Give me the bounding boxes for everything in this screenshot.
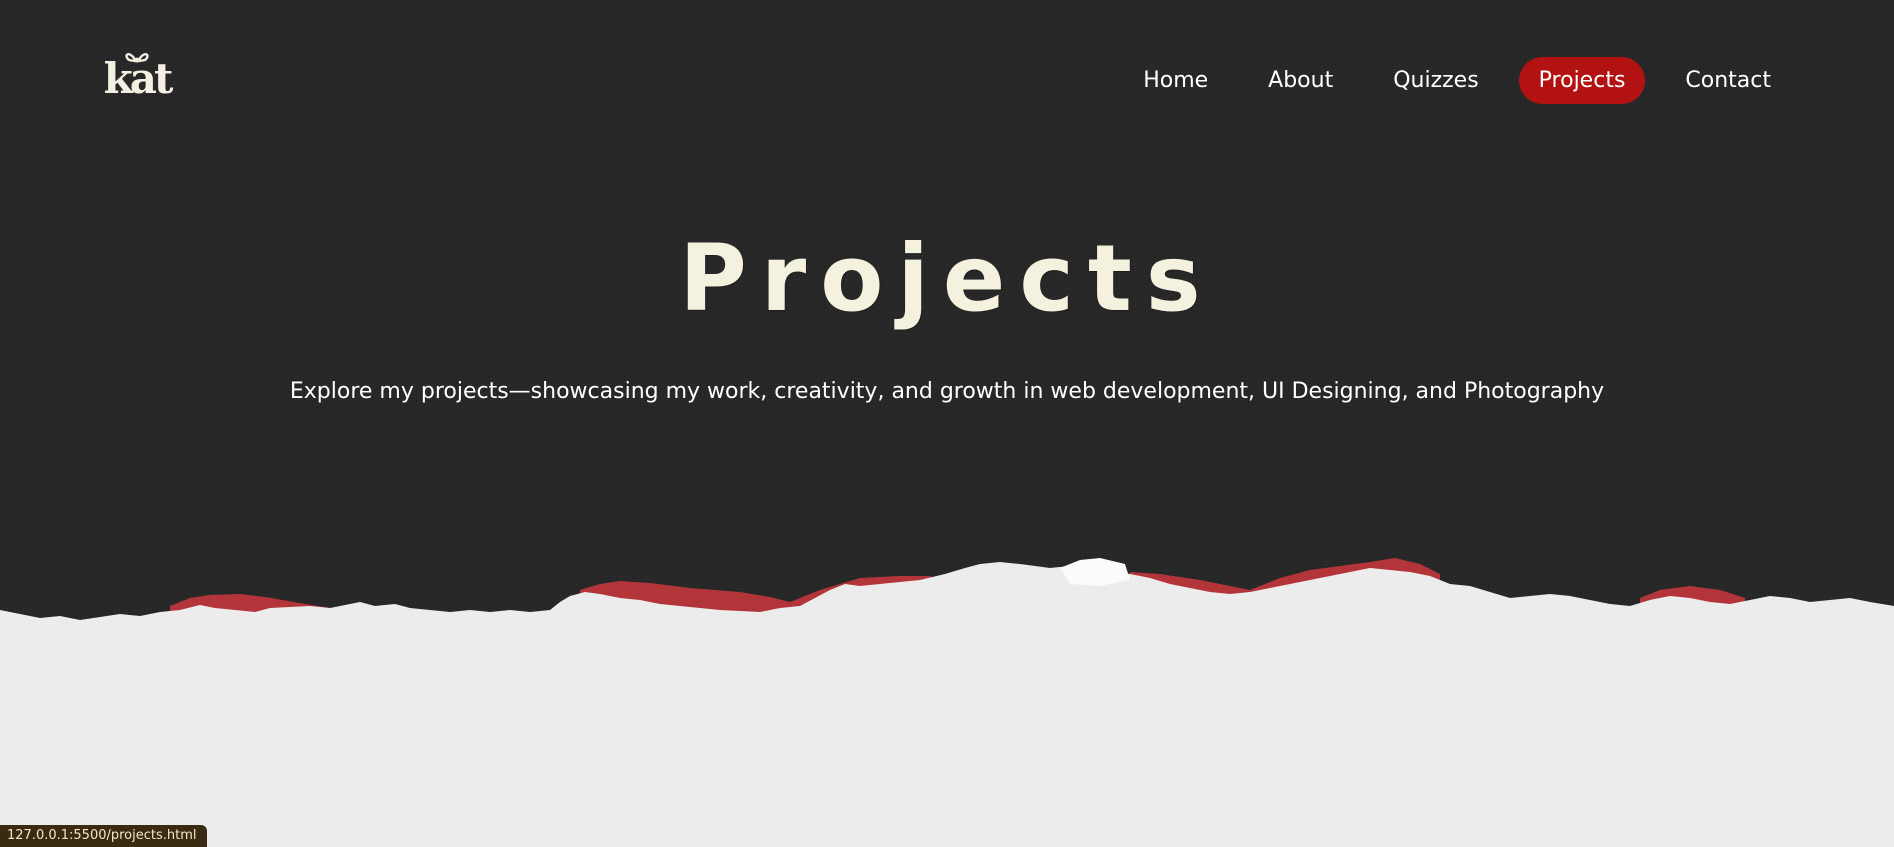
page-title: Projects <box>679 225 1215 332</box>
status-bar-url: 127.0.0.1:5500/projects.html <box>0 825 207 847</box>
nav-contact[interactable]: Contact <box>1665 57 1791 104</box>
page: kat Home About Quizzes Projects Contact … <box>0 0 1894 847</box>
main-nav: Home About Quizzes Projects Contact <box>1123 57 1791 104</box>
page-subtitle: Explore my projects—showcasing my work, … <box>289 379 1605 404</box>
nav-about[interactable]: About <box>1248 57 1353 104</box>
nav-projects[interactable]: Projects <box>1518 57 1646 104</box>
nav-quizzes[interactable]: Quizzes <box>1373 57 1498 104</box>
nav-home[interactable]: Home <box>1123 57 1228 104</box>
site-logo[interactable]: kat <box>96 52 178 102</box>
torn-paper-divider <box>0 550 1894 847</box>
logo-text: kat <box>103 54 174 103</box>
